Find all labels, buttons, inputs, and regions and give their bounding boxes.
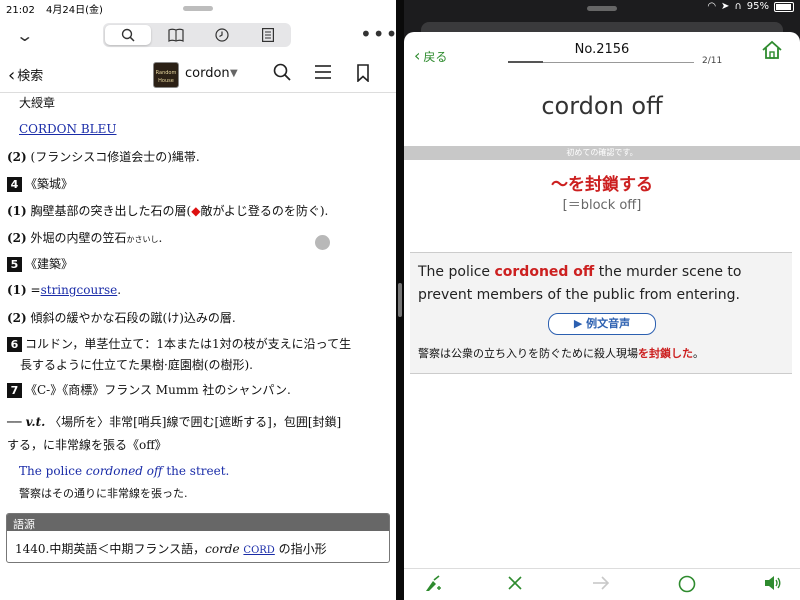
progress-bar [508,61,694,63]
etymology-heading: 語源 [7,514,389,531]
page-counter: 2/11 [702,56,723,66]
etymology-text: 1440.中期英語＜中期フランス語，corde CORD の指小形 [15,542,327,556]
bottom-toolbar [404,568,800,600]
card-number: No.2156 [574,42,630,57]
entry-text: (2) 傾斜の緩やかな石段の蹴(け)込みの層. [7,311,236,325]
chevron-left-icon: ‹ [8,65,16,86]
divider-handle[interactable] [398,283,402,317]
cord-link[interactable]: CORD [243,545,274,556]
search-icon [121,28,135,42]
menu-icon[interactable] [315,65,331,79]
view-segmented-control[interactable] [103,23,291,47]
dictionary-navbar: ‹ 検索 Random House cordon ▼ [0,56,396,93]
pointer-indicator [315,235,330,250]
cross-reference-link[interactable]: CORDON BLEU [19,122,117,136]
status-date: 4月24日(金) [46,5,103,16]
sense-number: 4 [7,177,22,192]
battery-percent: 95% [746,1,769,12]
status-bar-left: 21:02 4月24日(金) [6,1,111,16]
entry-text: (2) 外堀の内壁の笠石かさいし. [7,231,163,245]
correct-icon[interactable] [678,575,696,593]
entry-text: (2) (フランシスコ修道会士の)縄帯. [7,150,200,164]
list-icon [262,28,274,42]
entry-text: 6 コルドン，単茎仕立て：1本または1対の枝が支えに沿って生 [7,335,351,352]
progress-fill [508,61,544,63]
example-translation: 警察はその通りに非常線を張った. [19,487,188,500]
home-icon[interactable] [761,40,783,60]
search-tab[interactable] [105,25,151,45]
history-tab[interactable] [199,23,245,47]
book-tab[interactable] [153,23,199,47]
entry-text: 大綬章 [19,96,56,110]
entry-text: する，に非常線を張る《off》 [7,438,167,452]
bookmark-icon[interactable] [357,64,369,82]
example-audio-button[interactable]: ▶ 例文音声 [548,313,656,335]
sense-number: 6 [7,337,22,352]
sense-heading: 4 《築城》 [7,175,73,192]
entry-text: (1) 胸壁基部の突き出した石の層(◆敵がよじ登るのを防ぐ). [7,204,329,218]
entry-text: (1) =stringcourse. [7,283,122,297]
multitask-handle[interactable] [587,6,617,11]
back-label: 検索 [17,69,44,84]
history-icon [215,28,229,42]
etymology-box: 語源 1440.中期英語＜中期フランス語，corde CORD の指小形 [6,513,390,563]
stringcourse-link[interactable]: stringcourse [41,283,118,297]
back-to-search-button[interactable]: ‹ 検索 [8,64,44,86]
vocabulary-pane: ◠ ➤ ∩ 95% ‹ 戻る No.2156 2/11 cordon off 初め… [404,0,800,600]
book-icon [168,28,184,42]
dictionary-title[interactable]: cordon [185,66,230,81]
headphones-icon: ∩ [734,1,742,12]
status-time: 21:02 [6,5,35,16]
caret-down-icon[interactable]: ▼ [230,68,238,79]
split-view-divider[interactable] [396,0,404,600]
wifi-icon: ◠ [707,1,717,12]
entry-text: 7 《C-》《商標》フランス Mumm 社のシャンパン. [7,381,291,398]
wrong-icon[interactable] [507,575,523,591]
more-icon[interactable]: ••• [360,22,396,46]
sense-heading: 5 《建築》 [7,255,73,272]
headword: cordon off [541,92,663,120]
multitask-handle[interactable] [183,6,213,11]
example-japanese: 警察は公衆の立ち入りを防ぐために殺人現場を封鎖した。 [418,347,704,360]
entry-text: 長するように仕立てた果樹·庭園樹(の樹形). [20,358,253,372]
clear-mark-icon[interactable] [424,575,442,593]
dictionary-pane: 21:02 4月24日(金) ⌄ ••• ‹ 検索 Random House co… [0,0,396,600]
sense-number: 7 [7,383,22,398]
location-icon: ➤ [721,1,730,12]
battery-icon [774,1,794,12]
dictionary-book-icon[interactable]: Random House [153,62,179,88]
speaker-icon[interactable] [764,575,782,591]
sense-number: 5 [7,257,22,272]
notes-tab[interactable] [245,23,291,47]
arrow-right-icon [593,576,610,590]
meaning: 〜を封鎖する [551,175,653,195]
example-english: The police cordoned off the murder scene… [418,264,742,303]
entry-text: ── v.t. 〈場所を〉非常[哨兵]線で囲む[遮断する]，包囲[封鎖] [7,415,342,429]
example-box: The police cordoned off the murder scene… [410,252,792,374]
search-icon[interactable] [273,63,291,81]
word-card: ‹ 戻る No.2156 2/11 cordon off 初めての確認です。 〜を… [404,32,800,600]
chevron-down-icon[interactable]: ⌄ [15,26,34,45]
first-time-notice: 初めての確認です。 [404,146,800,160]
example-sentence: The police cordoned off the street. [19,464,230,478]
status-bar-right: ◠ ➤ ∩ 95% [707,1,794,12]
synonym: [＝block off] [562,198,642,213]
